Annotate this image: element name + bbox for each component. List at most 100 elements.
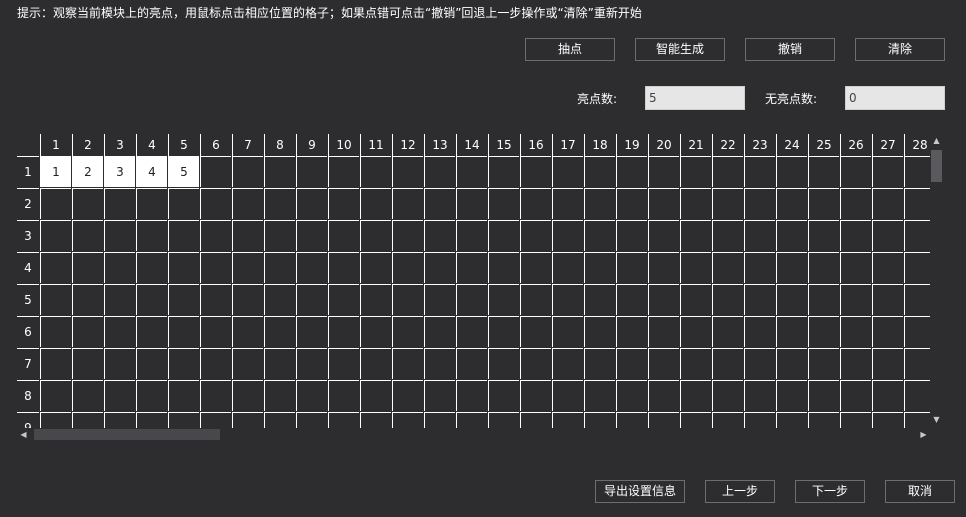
grid-cell[interactable] xyxy=(744,380,775,411)
grid-cell[interactable] xyxy=(872,348,903,379)
grid-cell[interactable] xyxy=(776,284,807,315)
grid-cell[interactable] xyxy=(520,412,551,428)
grid-cell[interactable] xyxy=(520,252,551,283)
grid-cell[interactable] xyxy=(328,220,359,251)
grid-cell[interactable] xyxy=(552,220,583,251)
grid-cell[interactable] xyxy=(392,252,423,283)
grid-cell[interactable] xyxy=(840,220,871,251)
grid-cell[interactable] xyxy=(904,316,930,347)
grid-cell[interactable]: 5 xyxy=(168,156,199,187)
grid-cell[interactable] xyxy=(200,380,231,411)
grid-cell[interactable] xyxy=(520,188,551,219)
grid-cell[interactable] xyxy=(360,156,391,187)
grid-cell[interactable] xyxy=(424,220,455,251)
grid-cell[interactable] xyxy=(648,380,679,411)
grid-cell[interactable] xyxy=(328,188,359,219)
grid-cell[interactable] xyxy=(776,316,807,347)
grid-cell[interactable] xyxy=(72,380,103,411)
grid-cell[interactable] xyxy=(264,252,295,283)
grid-cell[interactable] xyxy=(552,252,583,283)
grid-cell[interactable] xyxy=(40,380,71,411)
grid-cell[interactable] xyxy=(136,380,167,411)
grid-cell[interactable] xyxy=(712,380,743,411)
grid-cell[interactable] xyxy=(616,412,647,428)
horizontal-scroll-thumb[interactable] xyxy=(34,429,220,440)
grid-cell[interactable] xyxy=(552,348,583,379)
grid-cell[interactable] xyxy=(904,156,930,187)
grid-cell[interactable] xyxy=(904,252,930,283)
grid-cell[interactable] xyxy=(808,348,839,379)
grid-cell[interactable] xyxy=(776,252,807,283)
grid-cell[interactable] xyxy=(296,156,327,187)
grid-cell[interactable] xyxy=(392,188,423,219)
grid-cell[interactable]: 3 xyxy=(104,156,135,187)
grid-cell[interactable] xyxy=(424,188,455,219)
grid-cell[interactable] xyxy=(424,252,455,283)
grid-cell[interactable] xyxy=(296,284,327,315)
grid-cell[interactable] xyxy=(680,380,711,411)
grid-cell[interactable] xyxy=(776,348,807,379)
grid-cell[interactable] xyxy=(488,348,519,379)
grid-cell[interactable] xyxy=(392,348,423,379)
grid-cell[interactable] xyxy=(840,348,871,379)
grid-cell[interactable] xyxy=(904,284,930,315)
grid-cell[interactable] xyxy=(712,284,743,315)
grid-cell[interactable] xyxy=(232,156,263,187)
triangle-left-icon[interactable]: ◀ xyxy=(17,428,30,441)
grid-cell[interactable] xyxy=(456,220,487,251)
grid-cell[interactable] xyxy=(744,348,775,379)
grid-cell[interactable] xyxy=(520,348,551,379)
grid-cell[interactable] xyxy=(584,284,615,315)
grid-cell[interactable] xyxy=(520,284,551,315)
grid-cell[interactable] xyxy=(296,412,327,428)
grid-cell[interactable] xyxy=(680,220,711,251)
grid-cell[interactable] xyxy=(424,156,455,187)
grid-cell[interactable] xyxy=(744,252,775,283)
grid-cell[interactable] xyxy=(296,188,327,219)
grid-cell[interactable] xyxy=(808,316,839,347)
grid-cell[interactable] xyxy=(776,412,807,428)
grid-cell[interactable] xyxy=(584,188,615,219)
grid-cell[interactable] xyxy=(840,284,871,315)
grid-cell[interactable] xyxy=(40,284,71,315)
grid-cell[interactable] xyxy=(424,412,455,428)
grid-cell[interactable] xyxy=(712,348,743,379)
grid-cell[interactable] xyxy=(328,380,359,411)
grid-cell[interactable] xyxy=(200,316,231,347)
grid-cell[interactable] xyxy=(584,316,615,347)
grid-cell[interactable] xyxy=(40,220,71,251)
grid-cell[interactable] xyxy=(488,252,519,283)
grid-cell[interactable] xyxy=(296,220,327,251)
grid-cell[interactable] xyxy=(296,348,327,379)
grid-cell[interactable] xyxy=(40,252,71,283)
grid-cell[interactable] xyxy=(328,412,359,428)
grid-cell[interactable] xyxy=(392,316,423,347)
grid-cell[interactable] xyxy=(40,412,71,428)
grid-cell[interactable] xyxy=(552,156,583,187)
grid-cell[interactable] xyxy=(392,284,423,315)
grid-cell[interactable] xyxy=(616,220,647,251)
grid-cell[interactable] xyxy=(264,284,295,315)
grid-cell[interactable] xyxy=(136,412,167,428)
grid-cell[interactable] xyxy=(616,348,647,379)
grid-cell[interactable] xyxy=(456,156,487,187)
grid-cell[interactable] xyxy=(104,316,135,347)
extract-button[interactable]: 抽点 xyxy=(525,38,615,61)
grid-cell[interactable] xyxy=(744,188,775,219)
grid-cell[interactable] xyxy=(712,156,743,187)
grid-cell[interactable] xyxy=(872,156,903,187)
grid-cell[interactable] xyxy=(520,220,551,251)
grid-cell[interactable] xyxy=(360,284,391,315)
grid-cell[interactable] xyxy=(328,284,359,315)
grid-cell[interactable] xyxy=(488,380,519,411)
grid-cell[interactable] xyxy=(232,380,263,411)
grid-cell[interactable] xyxy=(840,316,871,347)
grid-cell[interactable] xyxy=(360,412,391,428)
grid-cell[interactable] xyxy=(424,380,455,411)
grid-cell[interactable] xyxy=(616,316,647,347)
grid-cell[interactable] xyxy=(232,188,263,219)
grid-cell[interactable] xyxy=(104,188,135,219)
grid-cell[interactable] xyxy=(488,412,519,428)
grid-cell[interactable] xyxy=(904,412,930,428)
grid-cell[interactable] xyxy=(744,316,775,347)
